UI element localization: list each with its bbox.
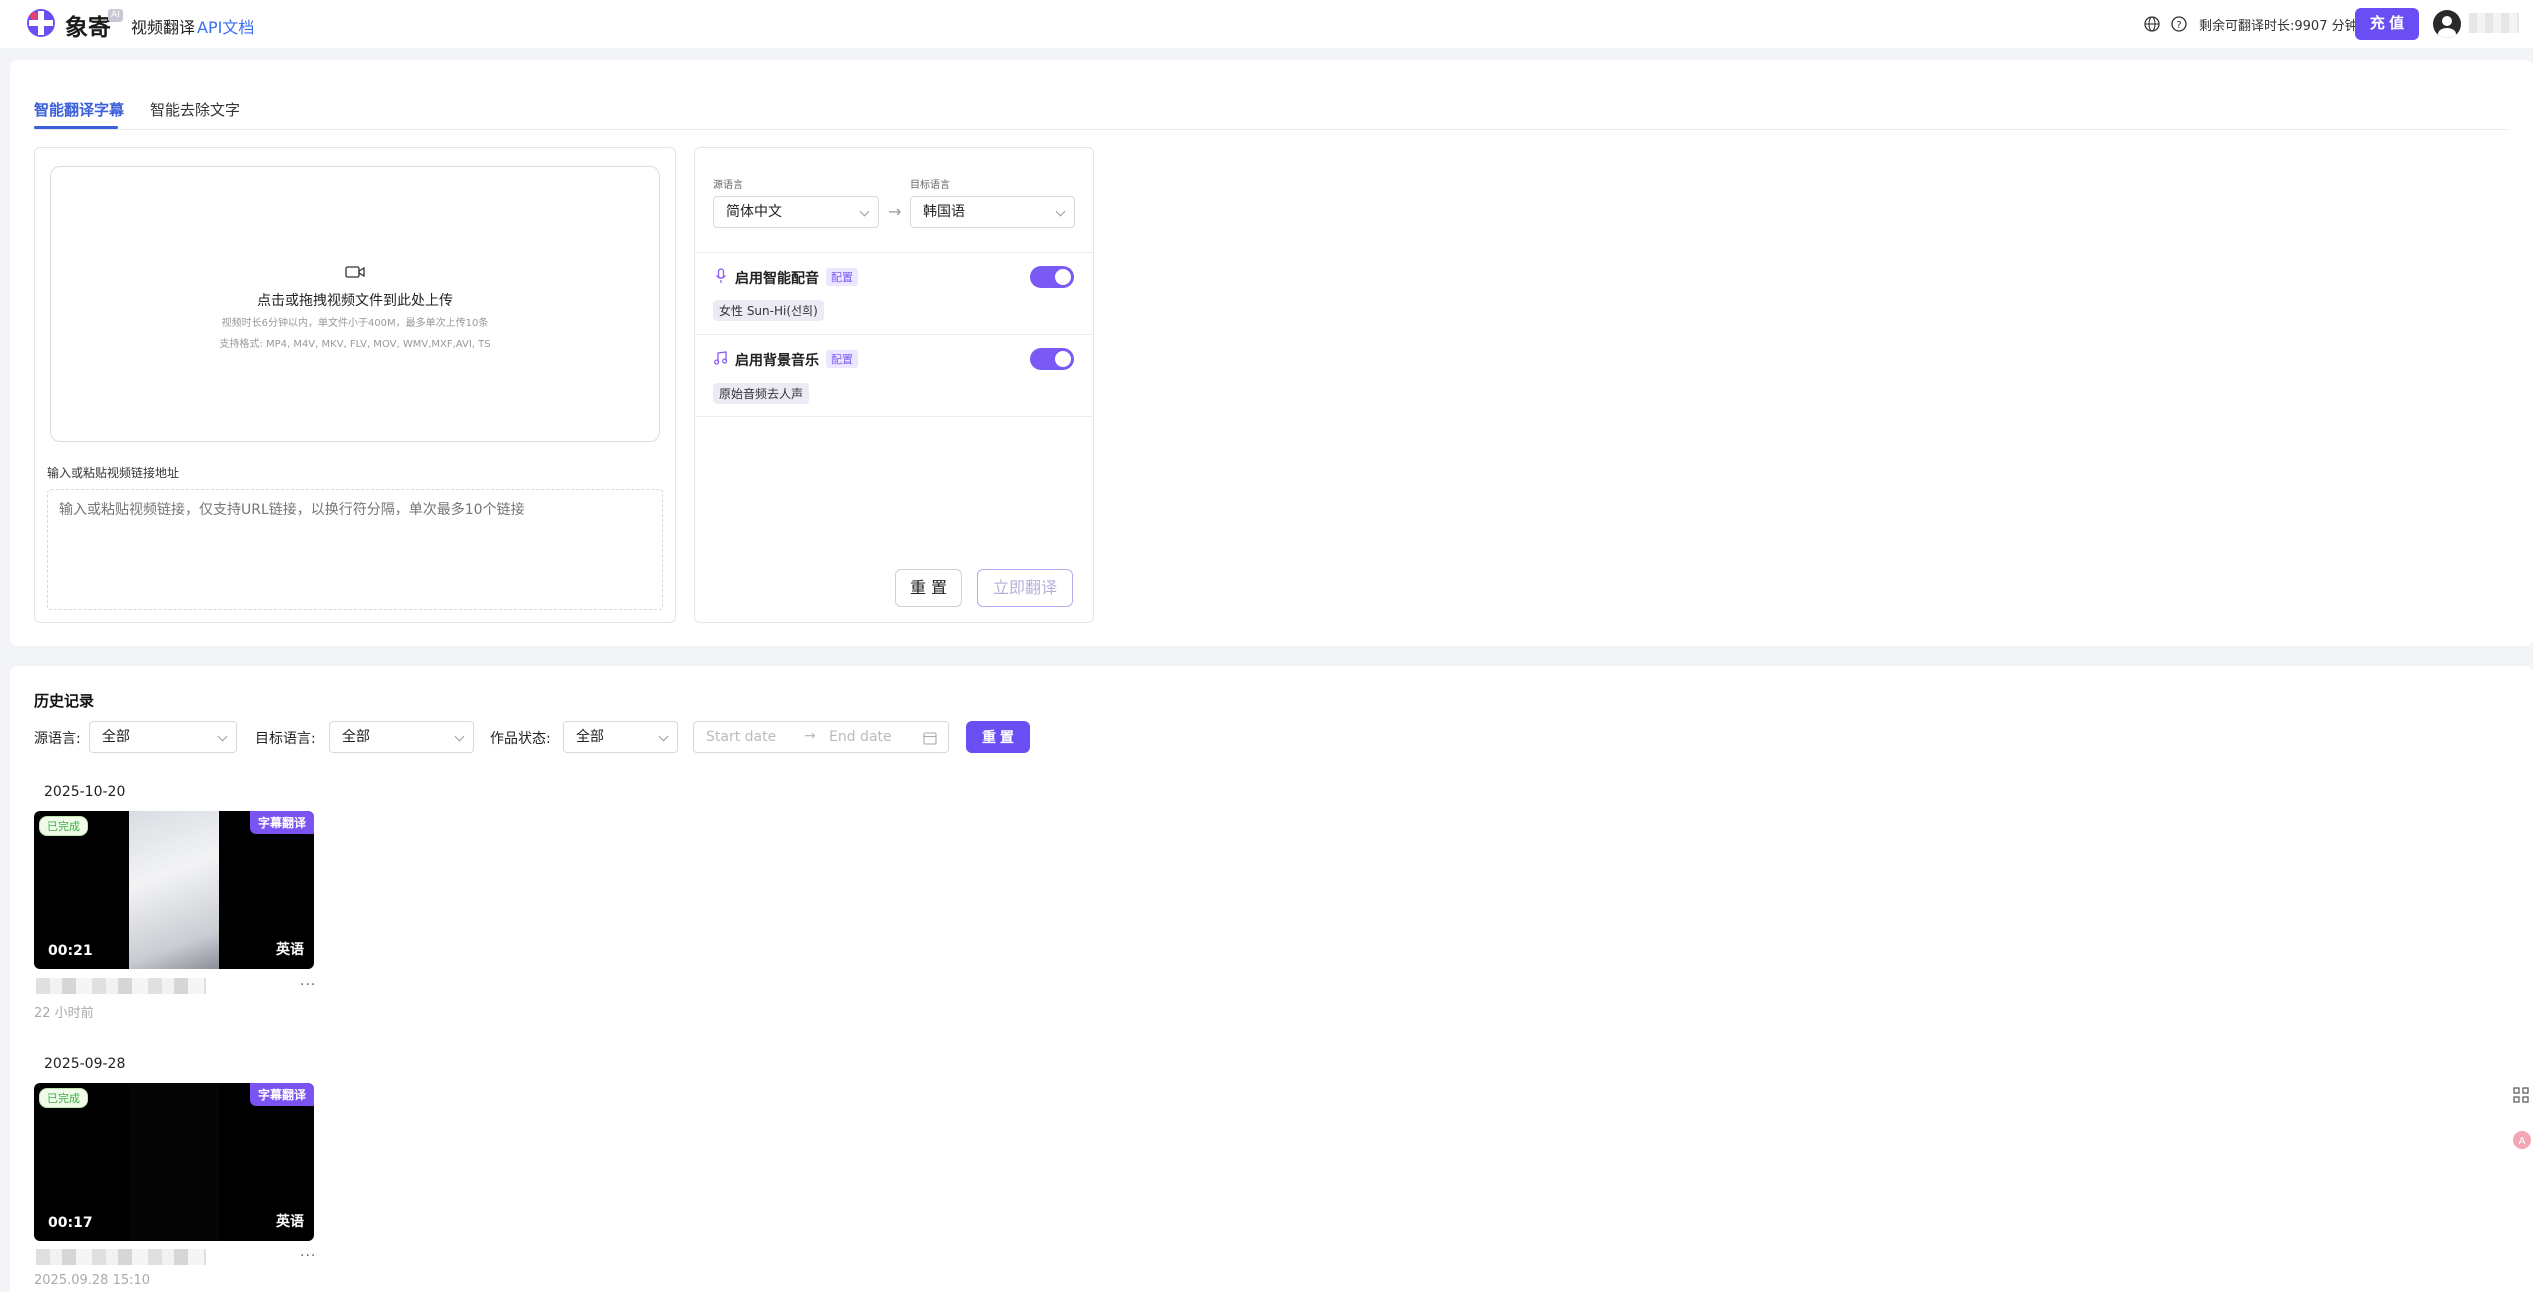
- type-badge: 字幕翻译: [249, 1083, 314, 1106]
- bgm-config-link[interactable]: 配置: [826, 350, 858, 368]
- bgm-toggle[interactable]: [1030, 348, 1074, 370]
- target-language-label: 目标语言: [910, 180, 950, 191]
- chevron-down-icon: [454, 731, 465, 742]
- history-date-heading: 2025-09-28: [44, 1056, 126, 1072]
- bgm-tag: 原始音频去人声: [713, 383, 810, 404]
- nav-api-docs[interactable]: API文档: [197, 14, 254, 38]
- nav-video-translate[interactable]: 视频翻译: [131, 14, 195, 38]
- user-icon: [2438, 16, 2456, 38]
- filter-status-value: 全部: [576, 729, 604, 745]
- microphone-icon: [716, 268, 726, 283]
- start-date-input[interactable]: Start date: [706, 729, 776, 745]
- globe-icon[interactable]: [2143, 15, 2161, 33]
- username-blurred[interactable]: [2469, 13, 2519, 33]
- background-music-title: 启用背景音乐: [735, 353, 819, 369]
- tab-active-indicator: [34, 126, 118, 129]
- tab-divider: [34, 129, 2509, 130]
- chevron-down-icon: [658, 731, 669, 742]
- history-title: 历史记录: [34, 692, 95, 710]
- dubbing-toggle[interactable]: [1030, 266, 1074, 288]
- reset-button[interactable]: 重 置: [895, 569, 962, 607]
- divider: [695, 252, 1093, 253]
- avatar[interactable]: [2433, 10, 2461, 38]
- upload-limits: 视频时长6分钟以内，单文件小于400M，最多单次上传10条: [221, 318, 489, 329]
- created-time: 22 小时前: [34, 1006, 94, 1021]
- video-card[interactable]: 已完成 字幕翻译 00:17 英语: [34, 1083, 314, 1241]
- target-language-select[interactable]: 韩国语: [910, 196, 1075, 228]
- end-date-input[interactable]: End date: [829, 729, 892, 745]
- filter-status-label: 作品状态:: [490, 731, 551, 747]
- upload-title: 点击或拖拽视频文件到此处上传: [257, 293, 453, 309]
- video-camera-icon: [345, 266, 365, 278]
- status-badge: 已完成: [39, 1088, 88, 1108]
- video-language: 英语: [276, 1214, 304, 1230]
- created-time: 2025.09.28 15:10: [34, 1273, 151, 1288]
- status-badge: 已完成: [39, 816, 88, 836]
- apps-grid-icon[interactable]: [2512, 1086, 2530, 1104]
- chevron-down-icon: [859, 206, 870, 217]
- video-thumbnail: [129, 1083, 219, 1241]
- tab-smart-subtitle[interactable]: 智能翻译字幕: [34, 99, 124, 120]
- more-options-icon[interactable]: ···: [300, 977, 316, 993]
- calendar-icon: [923, 732, 937, 745]
- date-range-picker[interactable]: Start date → End date: [693, 721, 949, 753]
- arrow-right-icon: →: [888, 202, 902, 221]
- range-arrow-icon: →: [804, 728, 816, 744]
- voice-tag: 女性 Sun-Hi(선희): [713, 300, 824, 321]
- video-thumbnail: [129, 811, 219, 969]
- smart-dubbing-title: 启用智能配音: [735, 271, 819, 287]
- ai-badge: AI: [108, 9, 123, 22]
- filter-status-select[interactable]: 全部: [563, 721, 678, 753]
- filter-target-select[interactable]: 全部: [329, 721, 474, 753]
- history-date-heading: 2025-10-20: [44, 784, 126, 800]
- chevron-down-icon: [1055, 206, 1066, 217]
- url-input[interactable]: [47, 489, 663, 610]
- remaining-minutes: 剩余可翻译时长:9907 分钟: [2199, 19, 2358, 34]
- source-language-value: 简体中文: [726, 204, 782, 220]
- divider: [695, 334, 1093, 335]
- video-card[interactable]: 已完成 字幕翻译 00:21 英语: [34, 811, 314, 969]
- video-name-blurred: [36, 1249, 206, 1265]
- translate-assistant-icon[interactable]: A: [2512, 1130, 2532, 1150]
- filter-source-value: 全部: [102, 729, 130, 745]
- recharge-button[interactable]: 充 值: [2355, 8, 2419, 40]
- dubbing-config-link[interactable]: 配置: [826, 268, 858, 286]
- type-badge: 字幕翻译: [249, 811, 314, 834]
- svg-text:?: ?: [2176, 20, 2181, 31]
- logo-icon[interactable]: [26, 8, 56, 38]
- brand-name[interactable]: 象寄: [65, 8, 111, 42]
- tab-remove-text[interactable]: 智能去除文字: [150, 99, 240, 120]
- video-language: 英语: [276, 942, 304, 958]
- filter-source-label: 源语言:: [34, 731, 81, 747]
- source-language-label: 源语言: [713, 180, 743, 191]
- video-name-blurred: [36, 978, 206, 994]
- source-language-select[interactable]: 简体中文: [713, 196, 879, 228]
- translate-now-button[interactable]: 立即翻译: [977, 569, 1073, 607]
- svg-text:A: A: [2519, 1136, 2526, 1147]
- upload-formats: 支持格式: MP4, M4V, MKV, FLV, MOV, WMV,MXF,A…: [219, 339, 491, 350]
- help-icon[interactable]: ?: [2170, 15, 2188, 33]
- filter-target-label: 目标语言:: [255, 731, 316, 747]
- history-reset-button[interactable]: 重 置: [966, 721, 1030, 753]
- target-language-value: 韩国语: [923, 204, 965, 220]
- url-label: 输入或粘贴视频链接地址: [47, 466, 180, 480]
- video-duration: 00:21: [48, 943, 93, 959]
- video-duration: 00:17: [48, 1215, 93, 1231]
- filter-target-value: 全部: [342, 729, 370, 745]
- filter-source-select[interactable]: 全部: [89, 721, 237, 753]
- history-panel: [10, 666, 2533, 1292]
- music-note-icon: [714, 351, 727, 365]
- divider: [695, 416, 1093, 417]
- more-options-icon[interactable]: ···: [300, 1248, 316, 1264]
- chevron-down-icon: [217, 731, 228, 742]
